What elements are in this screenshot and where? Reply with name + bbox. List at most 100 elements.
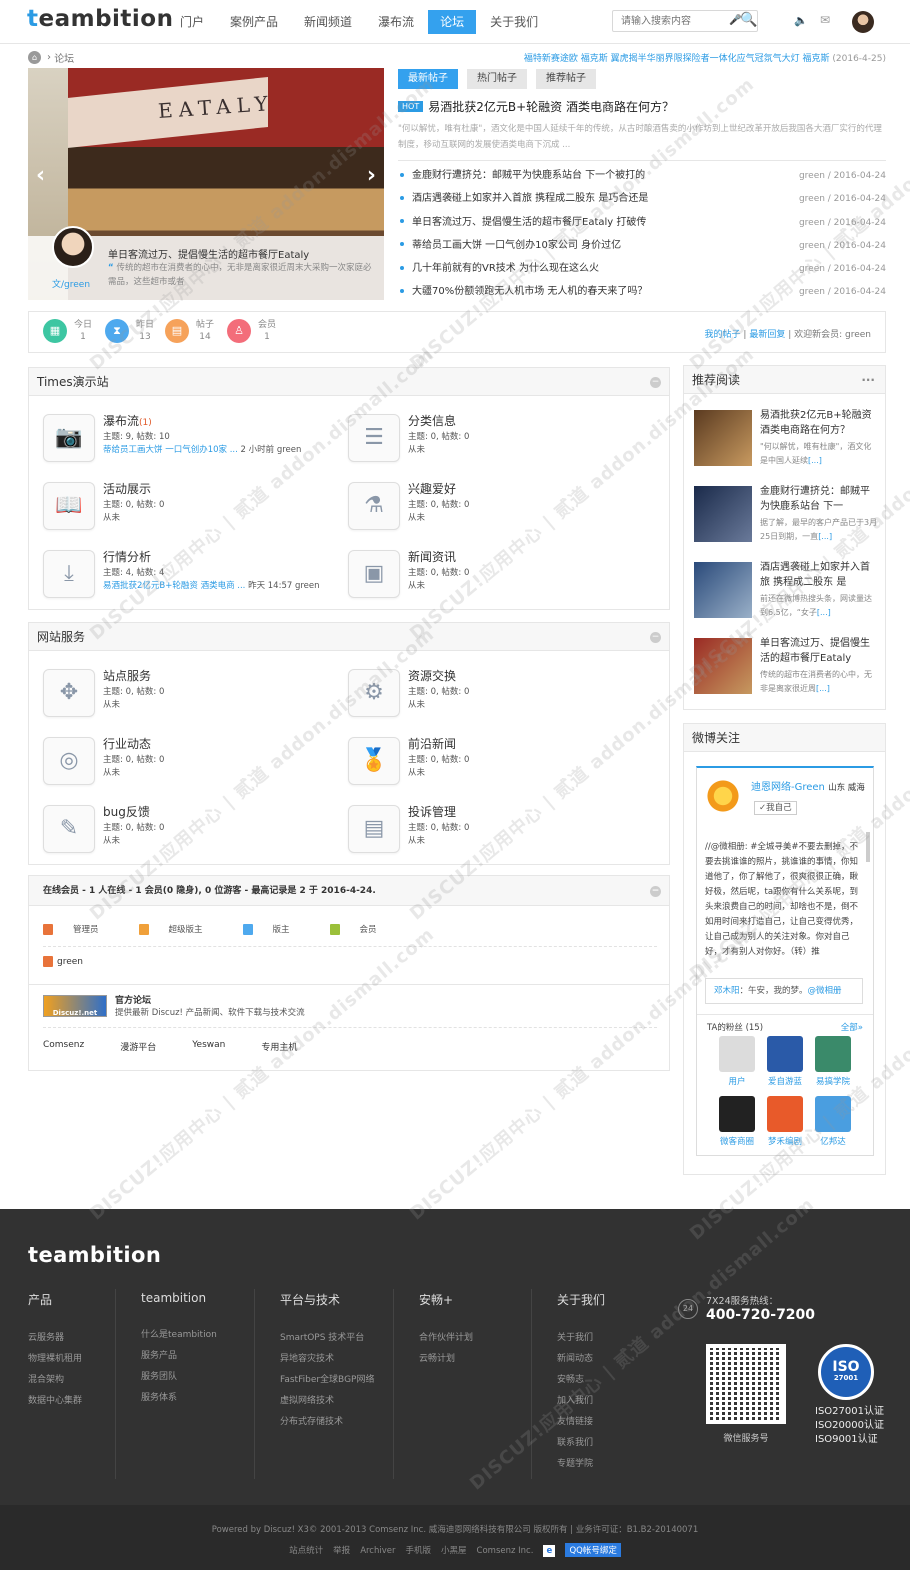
forum-name[interactable]: 行情分析 [103,548,151,565]
recommend-thumbnail[interactable] [694,486,752,542]
nav-item[interactable]: 关于我们 [478,10,550,34]
forum-name[interactable]: 兴趣爱好 [408,480,456,497]
footer-link[interactable]: 服务团队 [141,1367,251,1388]
fan-item[interactable]: 亿邦达 [808,1096,858,1147]
forum-item[interactable]: ✥ 站点服务 主题: 0, 帖数: 0 从未 [29,665,329,725]
bottom-link[interactable]: 举报 [333,1546,350,1556]
box-icon[interactable]: ▤ [348,805,400,853]
scrollbar[interactable] [866,832,870,862]
home-icon[interactable]: ⌂ [28,50,41,64]
image-slider[interactable]: EATALY ‹ › 单日客流过万、提倡慢生活的超市餐厅Eataly “ 传统的… [28,68,384,300]
bottom-link[interactable]: Comsenz Inc. [477,1546,534,1556]
post-tab[interactable]: 热门帖子 [467,69,527,89]
slide-author[interactable]: 文/green [52,277,90,290]
read-more-link[interactable]: [...] [808,456,822,465]
all-fans-link[interactable]: 全部» [841,1021,863,1033]
wave-icon[interactable]: ◎ [43,737,95,785]
link-title[interactable]: 官方论坛 [115,993,151,1006]
forum-item[interactable]: ✎ bug反馈 主题: 0, 帖数: 0 从未 [29,801,329,861]
forum-item[interactable]: 🏅 前沿新闻 主题: 0, 帖数: 0 从未 [334,733,634,793]
footer-link[interactable]: 服务产品 [141,1346,251,1367]
mail-icon[interactable]: ✉ [820,13,830,27]
footer-link[interactable]: 混合架构 [28,1370,138,1391]
recommend-item[interactable]: 酒店遇袭碰上如家并入首旅 携程成二股东 是前还在微博热搜头条，网读量达到6.5亿… [694,558,879,622]
forum-item[interactable]: ▣ 新闻资讯 主题: 0, 帖数: 0 从未 [334,546,634,606]
forum-name[interactable]: 投诉管理 [408,803,456,820]
recommend-title[interactable]: 易酒批获2亿元B+轮融资 酒类电商路在何方？ [760,408,878,438]
site-logo[interactable]: teambition [27,6,174,32]
recommend-item[interactable]: 金鹿财行遭挤兑：邮贼平为快鹿系站台 下一 据了解，最早的客户产品已于3月25日到期… [694,482,879,546]
footer-link[interactable]: 加入我们 [557,1391,667,1412]
post-title[interactable]: 大疆70%份额领跑无人机市场 无人机的春天来了吗？ [398,284,647,307]
collapse-icon[interactable]: − [650,632,661,643]
footer-link[interactable]: 分布式存储技术 [280,1412,380,1433]
forum-name[interactable]: 分类信息 [408,412,456,429]
forum-name[interactable]: 瀑布流(1) [103,412,152,429]
user-avatar[interactable] [852,11,874,33]
speaker-icon[interactable]: 🔈 [794,14,808,27]
hot-post[interactable]: HOT 易酒批获2亿元B+轮融资 酒类电商路在何方？ "何以解忧，唯有杜康"，酒文… [398,98,886,155]
post-row[interactable]: 单日客流过万、提倡慢生活的超市餐厅Eataly 打破传 green / 2016-… [398,215,886,238]
text-link[interactable]: 专用主机 [261,1040,297,1053]
nav-item[interactable]: 新闻频道 [292,10,364,34]
post-row[interactable]: 金鹿财行遭挤兑：邮贼平为快鹿系站台 下一个被打的 green / 2016-04-… [398,168,886,191]
fan-name[interactable]: 用户 [712,1075,762,1087]
fan-name[interactable]: 亿邦达 [808,1135,858,1147]
online-user[interactable]: green [43,956,83,967]
fan-name[interactable]: 易搞学院 [808,1075,858,1087]
post-title[interactable]: 酒店遇袭碰上如家并入首旅 携程成二股东 是巧合还是 [398,191,648,214]
post-title[interactable]: 蒂给员工画大饼 一口气创办10家公司 身价过亿 [398,238,621,261]
recommend-thumbnail[interactable] [694,638,752,694]
forum-item[interactable]: ☰ 分类信息 主题: 0, 帖数: 0 从未 [334,410,634,470]
pencil-icon[interactable]: ✎ [43,805,95,853]
qq-bind-button[interactable]: QQ帐号绑定 [565,1543,621,1557]
recommend-thumbnail[interactable] [694,410,752,466]
author-avatar[interactable] [52,226,94,268]
bottom-link[interactable]: 小黑屋 [441,1546,467,1556]
forum-item[interactable]: 📖 活动展示 主题: 0, 帖数: 0 从未 [29,478,329,538]
fan-item[interactable]: 梦禾编剧 [760,1096,810,1147]
nav-item[interactable]: 案例产品 [218,10,290,34]
footer-link[interactable]: 数据中心集群 [28,1391,138,1412]
trophy-icon[interactable]: ⚗ [348,482,400,530]
forum-item[interactable]: ⚗ 兴趣爱好 主题: 0, 帖数: 0 从未 [334,478,634,538]
weibo-user-logo[interactable] [705,778,741,814]
search-input[interactable] [613,11,723,31]
forum-item[interactable]: ◎ 行业动态 主题: 0, 帖数: 0 从未 [29,733,329,793]
footer-link[interactable]: 服务体系 [141,1388,251,1409]
follow-button[interactable]: ✓我自己 [754,801,797,815]
footer-link[interactable]: 联系我们 [557,1433,667,1454]
text-link[interactable]: Yeswan [192,1040,225,1053]
bottom-link[interactable]: Archiver [360,1546,395,1556]
network-icon[interactable]: ⚙ [348,669,400,717]
fan-item[interactable]: 用户 [712,1036,762,1087]
fan-avatar[interactable] [719,1036,755,1072]
footer-link[interactable]: 异地容灾技术 [280,1349,380,1370]
footer-link[interactable]: 专题学院 [557,1454,667,1475]
footer-link[interactable]: 虚拟网络技术 [280,1391,380,1412]
read-more-link[interactable]: [...] [818,532,832,541]
chart-icon[interactable]: ⤓ [43,550,95,598]
footer-link[interactable]: 新闻动态 [557,1349,667,1370]
fan-item[interactable]: 易搞学院 [808,1036,858,1087]
fan-avatar[interactable] [719,1096,755,1132]
forum-item[interactable]: ▤ 投诉管理 主题: 0, 帖数: 0 从未 [334,801,634,861]
camera-icon[interactable]: 📷 [43,414,95,462]
collapse-icon[interactable]: − [650,886,661,897]
my-posts-link[interactable]: 我的帖子 [705,330,741,340]
fan-item[interactable]: 爱自游蓝 [760,1036,810,1087]
forum-item[interactable]: 📷 瀑布流(1) 主题: 9, 帖数: 10 蒂给员工画大饼 一口气创办10家 ...… [29,410,329,470]
bottom-link[interactable]: 站点统计 [289,1546,323,1556]
forum-item[interactable]: ⚙ 资源交换 主题: 0, 帖数: 0 从未 [334,665,634,725]
recommend-item[interactable]: 单日客流过万、提倡慢生活的超市餐厅Eataly 传统的超市在消费者的心中，无非是离… [694,634,879,698]
footer-link[interactable]: 云畅计划 [419,1349,529,1370]
post-row[interactable]: 大疆70%份额领跑无人机市场 无人机的春天来了吗？ green / 2016-04… [398,284,886,307]
forum-name[interactable]: 前沿新闻 [408,735,456,752]
forum-name[interactable]: 新闻资讯 [408,548,456,565]
text-link[interactable]: 漫游平台 [120,1040,156,1053]
forum-name[interactable]: 站点服务 [103,667,151,684]
recommend-thumbnail[interactable] [694,562,752,618]
book-icon[interactable]: 📖 [43,482,95,530]
collapse-icon[interactable]: − [650,377,661,388]
search-icon[interactable]: 🔍 [740,12,757,28]
